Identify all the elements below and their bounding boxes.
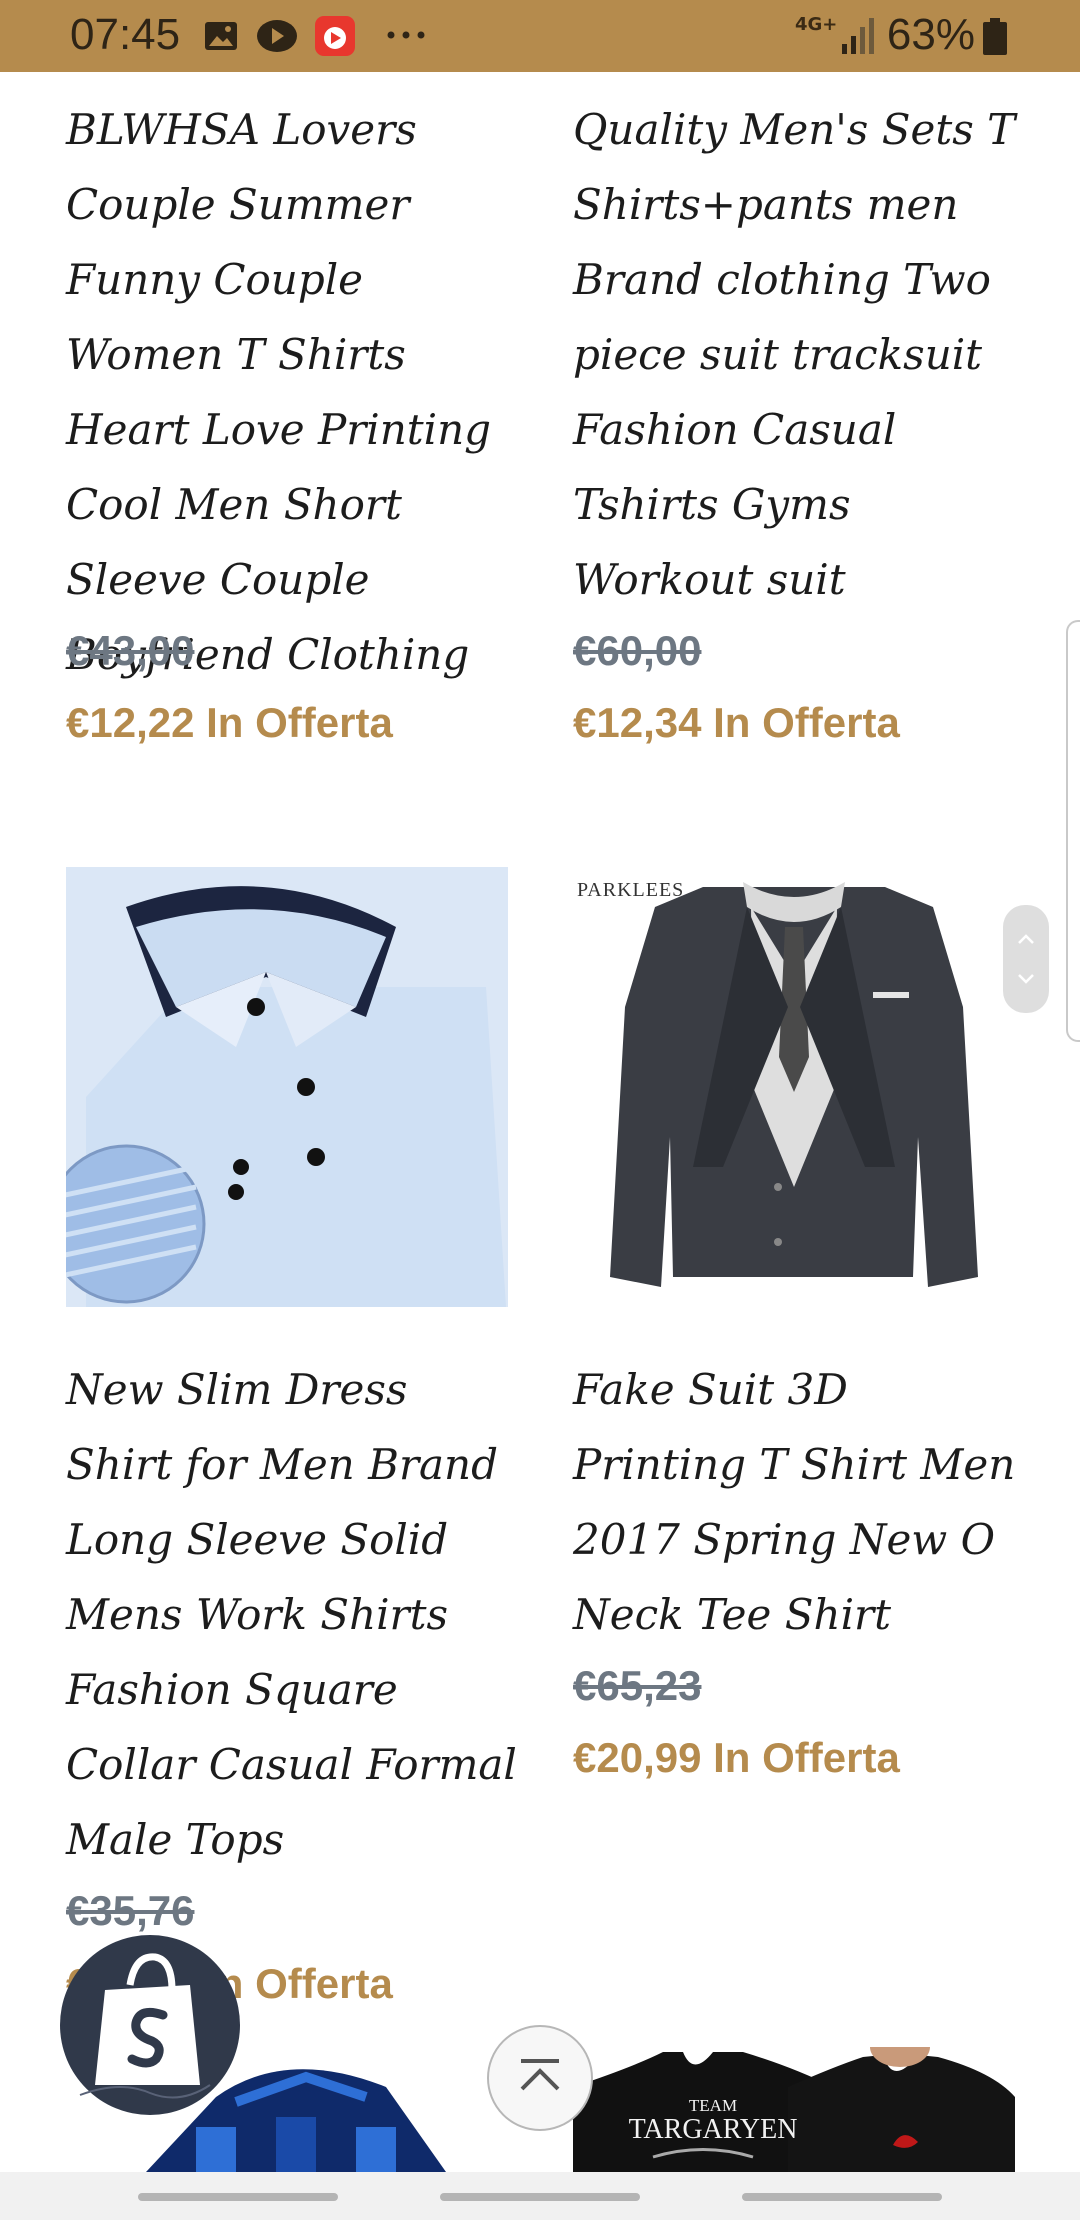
product-title[interactable]: New Slim Dress Shirt for Men Brand Long … — [66, 1352, 526, 1877]
scroll-handle[interactable] — [1003, 905, 1049, 1013]
video-icon — [257, 20, 297, 52]
signal-icon — [842, 18, 874, 54]
team-targaryen-image — [573, 2047, 1015, 2172]
suit-shirt-image — [610, 882, 978, 1287]
nav-pill-left[interactable] — [138, 2193, 338, 2201]
shirt-print-team: TEAM — [688, 2096, 738, 2115]
original-price: €65,23 — [573, 1662, 702, 1709]
battery-icon — [983, 18, 1007, 55]
battery-percent: 63% — [886, 10, 975, 59]
sale-price: €12,34 In Offerta — [573, 699, 900, 746]
sale-price: €12,22 In Offerta — [66, 699, 393, 746]
network-type: 4G+ — [795, 14, 838, 35]
nav-pill-center[interactable] — [440, 2193, 640, 2201]
original-price: €60,00 — [573, 627, 702, 674]
more-icon — [387, 31, 425, 39]
shopify-badge[interactable] — [60, 1935, 240, 2115]
shopping-bag-icon — [79, 1953, 211, 2099]
image-icon — [205, 22, 237, 50]
status-time: 07:45 — [70, 10, 181, 59]
product-title[interactable]: Quality Men's Sets T Shirts+pants men Br… — [573, 92, 1033, 617]
scroll-arrows-icon — [1018, 934, 1034, 984]
shirt-print-name: TARGARYEN — [628, 2114, 798, 2145]
navigation-bar — [0, 2172, 1080, 2220]
brand-label: PARKLEES — [577, 879, 685, 901]
status-bar: 07:45 4G+ 63% — [0, 0, 1080, 72]
nav-pill-right[interactable] — [742, 2193, 942, 2201]
app-icon — [315, 16, 355, 56]
original-price: €43,00 — [66, 627, 195, 674]
product-grid: BLWHSA Lovers Couple Summer Funny Couple… — [0, 72, 1080, 2172]
sale-price: €20,99 In Offerta — [573, 1734, 900, 1781]
back-to-top-button[interactable] — [487, 2025, 593, 2131]
original-price: €35,76 — [66, 1887, 195, 1934]
product-title[interactable]: Fake Suit 3D Printing T Shirt Men 2017 S… — [573, 1352, 1033, 1652]
product-image[interactable] — [66, 867, 508, 1307]
chevron-up-icon — [520, 2059, 560, 2091]
product-image[interactable]: PARKLEES — [573, 867, 1015, 1307]
dress-shirt-image — [66, 867, 508, 1307]
product-title[interactable]: BLWHSA Lovers Couple Summer Funny Couple… — [66, 92, 526, 692]
product-image[interactable]: TEAM TARGARYEN — [573, 2047, 1015, 2172]
side-panel-edge[interactable] — [1066, 620, 1080, 1042]
